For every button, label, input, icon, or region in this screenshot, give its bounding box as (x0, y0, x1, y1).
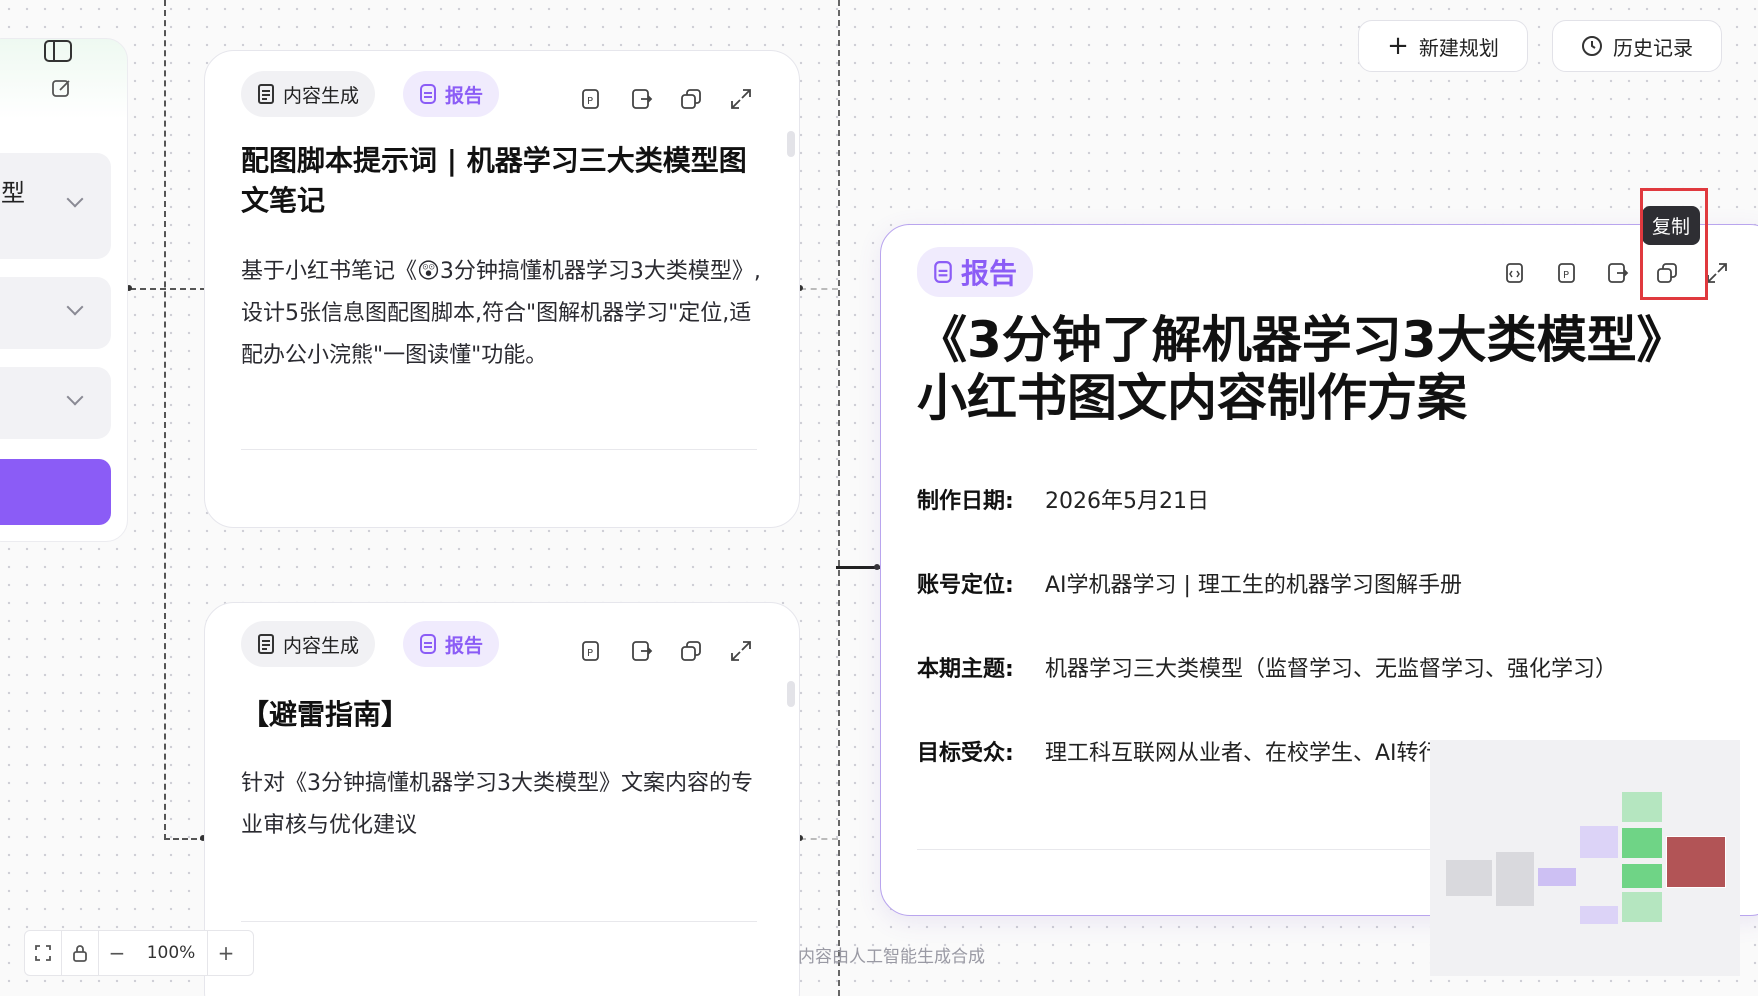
new-plan-label: 新建规划 (1418, 35, 1499, 60)
report-field-positioning: 账号定位: AI学机器学习 | 理工生的机器学习图解手册 (917, 567, 1462, 599)
minimap-node (1622, 864, 1662, 888)
document-icon (258, 634, 274, 654)
minimap-node (1446, 860, 1492, 896)
report-icon (420, 84, 436, 104)
chip-label: 内容生成 (283, 84, 360, 107)
copy-icon[interactable] (677, 85, 705, 113)
history-label: 历史记录 (1613, 35, 1693, 60)
connector-line (800, 288, 838, 290)
new-plan-button[interactable]: + 新建规划 (1358, 20, 1528, 72)
divider (917, 849, 1437, 850)
report-title: 《3分钟了解机器学习3大类模型》小红书图文内容制作方案 (917, 311, 1662, 427)
connector-line (800, 838, 838, 840)
chevron-down-icon (66, 190, 84, 208)
report-field-audience: 目标受众: 理工科互联网从业者、在校学生、AI转行者 (917, 735, 1463, 767)
plus-icon: + (1387, 31, 1409, 61)
code-icon[interactable] (1501, 259, 1529, 287)
minimap[interactable] (1430, 740, 1740, 976)
field-key: 本期主题: (917, 657, 1014, 682)
expand-icon[interactable] (727, 637, 755, 665)
export-ppt-icon[interactable]: P (1553, 259, 1581, 287)
ai-generated-note: 内容由人工智能生成合成 (798, 947, 985, 967)
lock-icon[interactable] (62, 931, 98, 975)
share-icon[interactable] (627, 637, 655, 665)
export-ppt-icon[interactable]: P (577, 85, 605, 113)
export-ppt-icon[interactable]: P (577, 637, 605, 665)
minimap-node (1496, 852, 1534, 906)
zoom-level: 100% (146, 943, 196, 963)
field-key: 账号定位: (917, 573, 1014, 598)
expand-icon[interactable] (727, 85, 755, 113)
field-value: 机器学习三大类模型（监督学习、无监督学习、强化学习） (1045, 657, 1618, 682)
edit-icon[interactable] (51, 77, 73, 99)
zoom-in-button[interactable]: + (208, 931, 244, 975)
report-icon (420, 634, 436, 654)
svg-text:P: P (1563, 270, 1569, 281)
field-key: 目标受众: (917, 741, 1014, 766)
field-key: 制作日期: (917, 489, 1014, 514)
minimap-node (1622, 792, 1662, 822)
share-icon[interactable] (1603, 259, 1631, 287)
minimap-node (1622, 892, 1662, 922)
scrollbar[interactable] (787, 131, 795, 157)
minimap-node (1622, 828, 1662, 858)
content-card[interactable]: 内容生成 报告 P 【避雷指南】 针对《3分钟搞懂机器学习3大类模型》文案内容的… (204, 602, 800, 996)
clock-icon (1582, 36, 1602, 56)
minimap-node (1580, 906, 1618, 924)
highlight-box (1640, 188, 1708, 300)
card-title: 【避雷指南】 (241, 698, 410, 731)
dropdown-label: 型 (1, 179, 25, 207)
divider (241, 921, 757, 922)
fit-view-icon[interactable] (25, 931, 61, 975)
field-value: 2026年5月21日 (1045, 489, 1209, 514)
chip-label: 报告 (961, 257, 1018, 290)
connector-line (838, 0, 840, 996)
minimap-node (1580, 826, 1618, 858)
card-title: 配图脚本提示词 | 机器学习三大类模型图文笔记 (241, 144, 747, 217)
minimap-viewport[interactable] (1666, 836, 1726, 888)
card-description: 基于小红书笔记《😲3分钟搞懂机器学习3大类模型》,设计5张信息图配图脚本,符合"… (241, 259, 761, 368)
report-chip: 报告 (917, 247, 1034, 297)
divider (241, 449, 757, 450)
content-generation-chip: 内容生成 (241, 621, 376, 667)
sidebar-toggle-icon[interactable] (43, 39, 73, 65)
report-chip: 报告 (403, 621, 500, 667)
field-value: AI学机器学习 | 理工生的机器学习图解手册 (1045, 573, 1462, 598)
option-dropdown[interactable] (0, 367, 111, 439)
report-chip: 报告 (403, 71, 500, 117)
report-icon (934, 261, 952, 283)
scrollbar[interactable] (787, 681, 795, 707)
zoom-out-button[interactable]: − (99, 931, 135, 975)
chevron-down-icon (66, 388, 84, 406)
report-field-date: 制作日期: 2026年5月21日 (917, 483, 1209, 515)
svg-text:P: P (587, 648, 593, 659)
canvas-toolbar: − 100% + (24, 930, 254, 976)
option-dropdown[interactable] (0, 277, 111, 349)
share-icon[interactable] (627, 85, 655, 113)
copy-icon[interactable] (677, 637, 705, 665)
card-description: 针对《3分钟搞懂机器学习3大类模型》文案内容的专业审核与优化建议 (241, 771, 753, 838)
chip-label: 内容生成 (283, 634, 360, 657)
report-field-topic: 本期主题: 机器学习三大类模型（监督学习、无监督学习、强化学习） (917, 651, 1617, 683)
document-icon (258, 84, 274, 104)
minimap-node (1538, 868, 1576, 886)
model-select-dropdown[interactable]: 型 (0, 153, 111, 259)
connector-line (164, 0, 166, 840)
chip-label: 报告 (445, 84, 484, 107)
left-panel: 型 (0, 38, 128, 542)
connector-line (130, 288, 206, 290)
field-value: 理工科互联网从业者、在校学生、AI转行者 (1045, 741, 1463, 766)
generate-button[interactable] (0, 459, 111, 525)
content-card[interactable]: 内容生成 报告 P 配图脚本提示词 | 机器学习三大类模型图文笔记 基于小红书笔… (204, 50, 800, 528)
chip-label: 报告 (445, 634, 484, 657)
chevron-down-icon (66, 298, 84, 316)
content-generation-chip: 内容生成 (241, 71, 376, 117)
history-button[interactable]: 历史记录 (1552, 20, 1722, 72)
svg-text:P: P (587, 96, 593, 107)
